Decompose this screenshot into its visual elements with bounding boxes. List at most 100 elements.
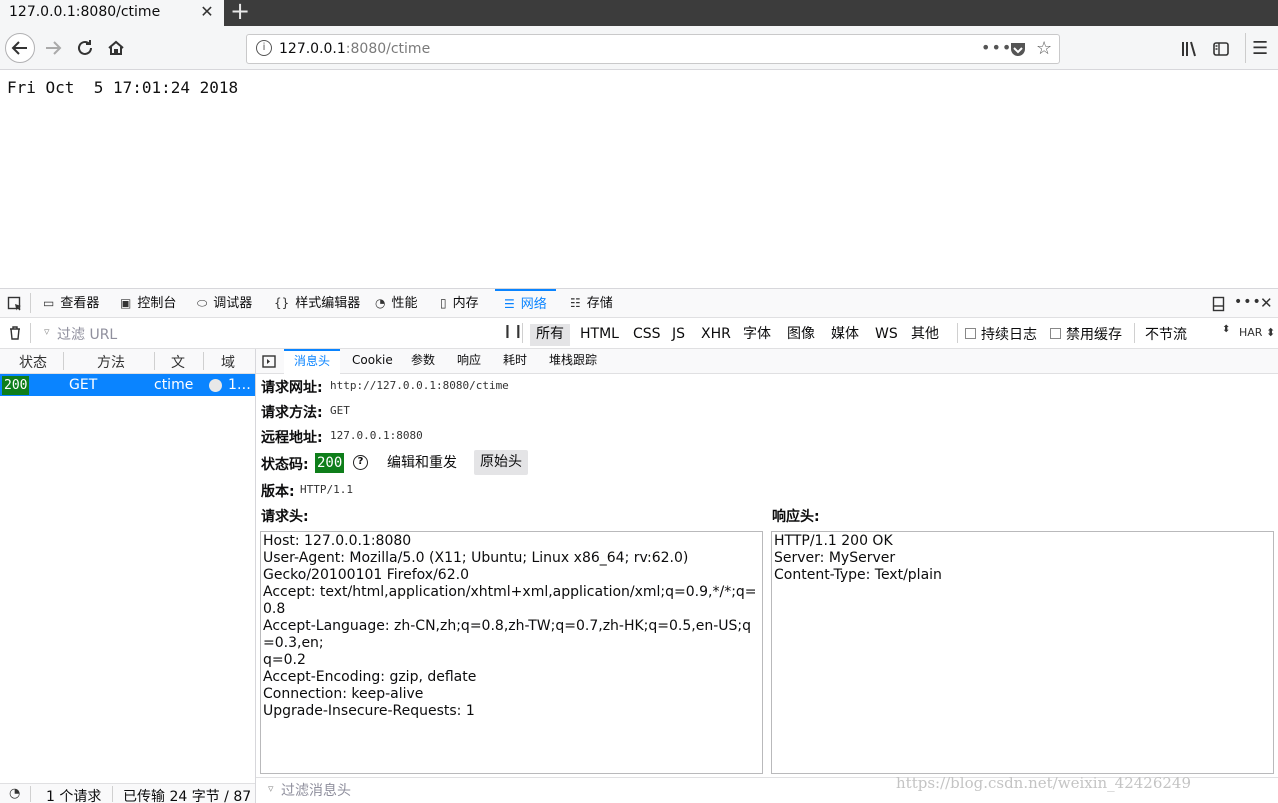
style-editor-icon: {} (274, 296, 290, 310)
har-arrows-icon: ⬍ (1265, 326, 1276, 339)
dock-icon[interactable] (1212, 296, 1226, 316)
filter-images[interactable]: 图像 (781, 324, 821, 346)
version-label: 版本: (261, 484, 295, 500)
toolbar-separator (30, 323, 31, 343)
header-line: Upgrade-Insecure-Requests: 1 (263, 703, 475, 719)
edit-resend-button[interactable]: 编辑和重发 (381, 451, 463, 475)
request-url-label: 请求网址: (261, 380, 323, 396)
filter-css[interactable]: CSS (627, 324, 667, 346)
pocket-icon[interactable] (1009, 40, 1027, 62)
url-bar[interactable]: i 127.0.0.1:8080/ctime ••• ☆ (246, 34, 1060, 64)
header-line: Accept-Encoding: gzip, deflate (263, 669, 477, 685)
header-line: q=0.2 (263, 652, 306, 668)
storage-icon: ☷ (570, 296, 581, 310)
more-options-icon[interactable]: ••• (1234, 294, 1262, 310)
browser-tab[interactable]: 127.0.0.1:8080/ctime ✕ (0, 0, 224, 26)
forward-button[interactable] (38, 33, 68, 63)
header-line: Gecko/20100101 Firefox/62.0 (263, 567, 469, 583)
library-icon[interactable] (1180, 40, 1198, 62)
filter-other[interactable]: 其他 (905, 324, 945, 346)
tab-timings[interactable]: 耗时 (503, 349, 527, 374)
toolbar-separator (1134, 323, 1135, 343)
column-file[interactable]: 文 (171, 352, 185, 372)
request-list-header: 状态 方法 文 域 (0, 349, 255, 374)
har-menu[interactable]: HAR ⬍ (1239, 326, 1275, 339)
tab-memory[interactable]: ▯ 内存 (440, 289, 479, 318)
request-method-value: GET (330, 404, 350, 417)
toggle-sidebar-icon[interactable] (262, 355, 276, 372)
transferred-size: 已传输 24 字节 / 87 字 (123, 789, 255, 803)
tab-inspector[interactable]: ▭ 查看器 (43, 289, 99, 318)
filter-xhr[interactable]: XHR (695, 324, 737, 346)
tab-network[interactable]: ☰ 网络 (495, 289, 556, 318)
details-tab-bar: 消息头 Cookie 参数 响应 耗时 堆栈跟踪 (256, 349, 1278, 374)
url-filter-input[interactable]: 过滤 URL (57, 324, 117, 344)
performance-analysis-icon[interactable]: ◔ (9, 786, 20, 801)
filter-html[interactable]: HTML (574, 324, 625, 346)
info-icon[interactable]: i (256, 40, 272, 56)
pause-icon[interactable]: ❙❙ (502, 324, 524, 339)
column-status[interactable]: 状态 (19, 352, 47, 372)
trash-icon[interactable] (8, 325, 22, 345)
disable-cache-label: 禁用缓存 (1066, 327, 1122, 343)
tab-style-editor[interactable]: {} 样式编辑器 (274, 289, 360, 318)
new-tab-icon[interactable]: + (230, 0, 250, 25)
header-line: Connection: keep-alive (263, 686, 424, 702)
header-line: HTTP/1.1 200 OK (774, 533, 893, 549)
element-picker-icon[interactable] (7, 296, 23, 316)
home-button[interactable] (101, 33, 131, 63)
persist-log-checkbox[interactable] (965, 328, 976, 339)
watermark: https://blog.csdn.net/weixin_42426249 (896, 774, 1192, 792)
status-code-badge: 200 (315, 453, 345, 473)
disable-cache-checkbox[interactable] (1050, 328, 1061, 339)
status-code-label: 状态码: (261, 457, 309, 473)
menu-icon[interactable]: ☰ (1252, 38, 1268, 59)
tab-performance[interactable]: ◔ 性能 (375, 289, 418, 318)
filter-ws[interactable]: WS (869, 324, 904, 346)
panel-splitter[interactable] (255, 349, 256, 803)
filter-fonts[interactable]: 字体 (737, 324, 777, 346)
column-separator (203, 352, 204, 370)
filter-media[interactable]: 媒体 (825, 324, 865, 346)
status-badge: 200 (2, 376, 30, 395)
sidebar-icon[interactable] (1212, 40, 1230, 62)
toolbar-separator (30, 786, 31, 802)
close-tab-icon[interactable]: ✕ (198, 2, 216, 22)
url-host: 127.0.0.1 (279, 41, 346, 57)
page-actions-icon[interactable]: ••• (981, 38, 1012, 57)
filter-all[interactable]: 所有 (530, 324, 570, 346)
tab-stack-trace[interactable]: 堆栈跟踪 (549, 349, 597, 374)
raw-headers-button[interactable]: 原始头 (474, 450, 528, 475)
tab-cookies[interactable]: Cookie (352, 349, 393, 374)
header-line: Accept-Language: zh-CN,zh;q=0.8,zh-TW;q=… (263, 618, 752, 651)
request-row[interactable]: 200 GET ctime 1… (0, 374, 255, 396)
network-status-bar: ◔ 1 个请求 已传输 24 字节 / 87 字 (0, 783, 255, 803)
persist-log-label: 持续日志 (981, 327, 1037, 343)
filter-js[interactable]: JS (666, 324, 691, 346)
tab-debugger[interactable]: ⬭ 调试器 (197, 289, 252, 318)
response-headers-textarea[interactable]: HTTP/1.1 200 OK Server: MyServer Content… (771, 531, 1274, 774)
request-headers-textarea[interactable]: Host: 127.0.0.1:8080 User-Agent: Mozilla… (260, 531, 763, 774)
tab-storage[interactable]: ☷ 存储 (570, 289, 613, 318)
header-line: Host: 127.0.0.1:8080 (263, 533, 412, 549)
tab-console[interactable]: ▣ 控制台 (120, 289, 176, 318)
column-separator (154, 352, 155, 370)
throttle-select[interactable]: 不节流 (1145, 324, 1187, 344)
tab-strip: 127.0.0.1:8080/ctime ✕ + (0, 0, 1278, 26)
column-method[interactable]: 方法 (97, 352, 125, 372)
help-icon[interactable]: ? (353, 455, 368, 470)
performance-icon: ◔ (375, 296, 386, 310)
header-line: User-Agent: Mozilla/5.0 (X11; Ubuntu; Li… (263, 550, 689, 566)
tab-headers[interactable]: 消息头 (284, 349, 341, 374)
column-domain[interactable]: 域 (221, 352, 235, 372)
tab-response[interactable]: 响应 (457, 349, 481, 374)
toolbar-separator (957, 323, 958, 343)
back-button[interactable] (5, 33, 35, 63)
bookmark-star-icon[interactable]: ☆ (1036, 38, 1052, 59)
header-filter-input[interactable]: 过滤消息头 (281, 780, 351, 800)
toolbar-divider (1245, 33, 1246, 63)
reload-button[interactable] (70, 33, 100, 63)
tab-params[interactable]: 参数 (411, 349, 435, 374)
request-url-value: http://127.0.0.1:8080/ctime (330, 379, 509, 392)
close-devtools-icon[interactable]: ✕ (1260, 294, 1273, 312)
